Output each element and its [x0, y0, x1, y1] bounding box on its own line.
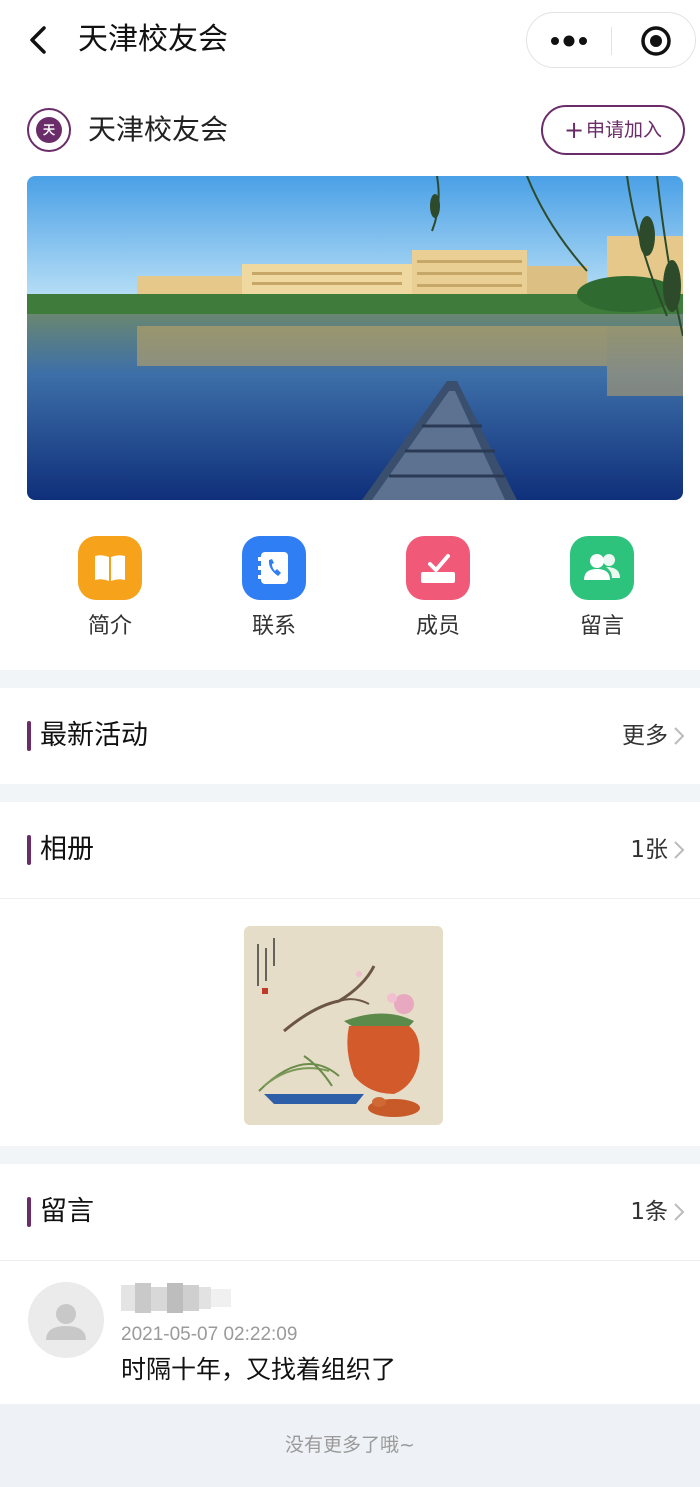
more-dots-icon [551, 35, 587, 47]
more-button[interactable] [527, 13, 611, 69]
chevron-right-icon [674, 841, 685, 859]
section-title: 相册 [40, 834, 94, 865]
no-more-text: 没有更多了哦~ [285, 1434, 415, 1456]
apply-join-button[interactable]: + 申请加入 [541, 105, 685, 155]
list-end-footer: 没有更多了哦~ [0, 1404, 700, 1487]
section-header[interactable]: 最新活动 更多 [0, 688, 700, 784]
page: 天津校友会 天 天津校友会 + 申请加入 简介 联系 成员 留言 最新活动 更多… [0, 0, 700, 1487]
group-name: 天津校友会 [88, 113, 229, 146]
section-header[interactable]: 相册 1张 [0, 802, 700, 898]
book-icon [78, 536, 142, 600]
target-circle-icon [641, 26, 671, 56]
section-header[interactable]: 留言 1条 [0, 1164, 700, 1260]
section-activities: 最新活动 更多 [0, 688, 700, 784]
close-button[interactable] [612, 13, 696, 69]
section-accent-bar [27, 1197, 31, 1227]
more-link[interactable]: 更多 [622, 721, 668, 751]
section-accent-bar [27, 721, 31, 751]
shortcut-label: 联系 [251, 614, 296, 639]
shortcut-members[interactable]: 成员 [383, 536, 493, 646]
section-title: 最新活动 [40, 720, 148, 751]
divider [0, 1260, 700, 1261]
photo-count-link[interactable]: 1张 [630, 835, 668, 865]
ballot-check-icon [406, 536, 470, 600]
apply-join-label: 申请加入 [586, 119, 663, 141]
user-placeholder-icon [46, 1304, 86, 1340]
section-messages: 留言 1条 2021-05-07 02:22:09 时隔十年，又找着组织了 [0, 1164, 700, 1404]
people-icon [570, 536, 634, 600]
chevron-right-icon [674, 727, 685, 745]
message-text: 时隔十年，又找着组织了 [121, 1355, 397, 1384]
message-timestamp: 2021-05-07 02:22:09 [121, 1324, 298, 1345]
shortcut-intro[interactable]: 简介 [55, 536, 165, 646]
shortcut-label: 简介 [87, 614, 132, 639]
banner-image [27, 176, 683, 500]
album-photo[interactable] [244, 926, 443, 1125]
section-accent-bar [27, 835, 31, 865]
chevron-right-icon [674, 1203, 685, 1221]
shortcut-label: 成员 [415, 614, 460, 639]
username-blurred [121, 1281, 241, 1315]
shortcut-label: 留言 [579, 614, 624, 639]
page-title: 天津校友会 [78, 22, 228, 57]
shortcut-menu: 简介 联系 成员 留言 [0, 536, 700, 646]
chevron-left-icon [30, 26, 46, 54]
navigation-bar: 天津校友会 [0, 0, 700, 88]
divider [0, 898, 700, 899]
phone-book-icon [242, 536, 306, 600]
avatar[interactable] [28, 1282, 104, 1358]
shortcut-contact[interactable]: 联系 [219, 536, 329, 646]
section-title: 留言 [40, 1196, 94, 1227]
message-count-link[interactable]: 1条 [630, 1197, 668, 1227]
plus-icon: + [563, 116, 585, 144]
mini-program-capsule [526, 12, 696, 68]
back-button[interactable] [24, 22, 54, 58]
shortcut-messages[interactable]: 留言 [547, 536, 657, 646]
section-album: 相册 1张 [0, 802, 700, 1146]
university-logo: 天 [27, 108, 71, 152]
group-header: 天 天津校友会 + 申请加入 简介 联系 成员 留言 [0, 88, 700, 670]
